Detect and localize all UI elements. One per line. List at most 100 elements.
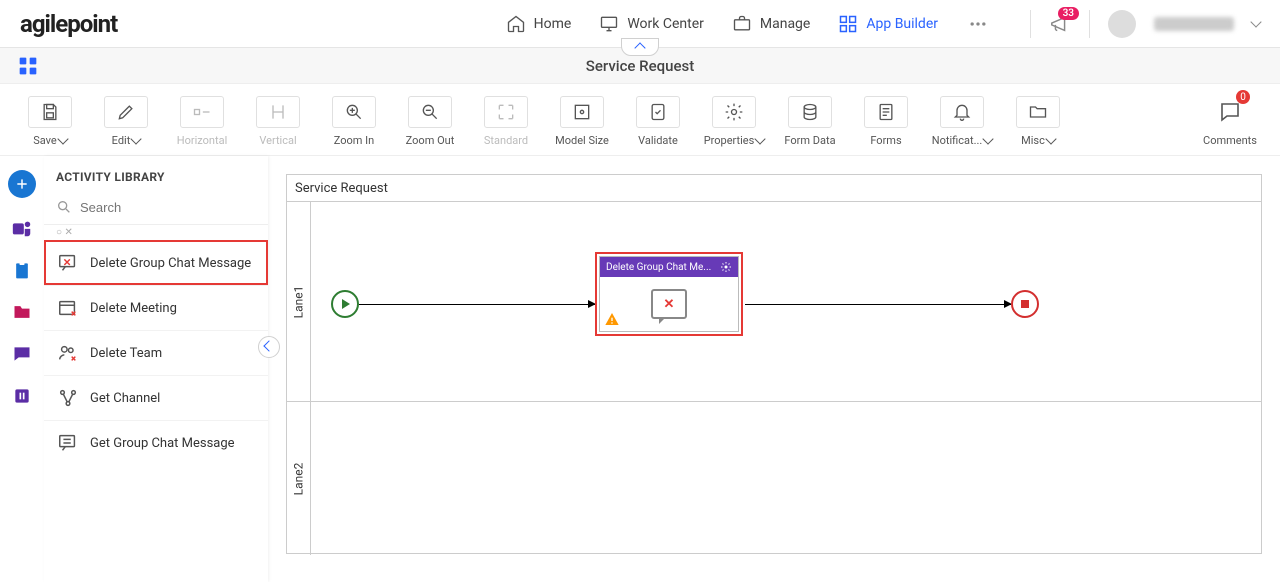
canvas-title: Service Request <box>295 181 388 196</box>
horizontal-button[interactable]: Horizontal <box>166 92 238 151</box>
zoom-in-icon <box>344 102 364 122</box>
nav-manage[interactable]: Manage <box>732 14 810 34</box>
save-button[interactable]: Save <box>14 92 86 151</box>
pause-icon <box>12 386 32 406</box>
play-icon <box>342 299 350 309</box>
fit-standard-icon <box>496 102 516 122</box>
divider <box>1030 10 1031 38</box>
notifications-badge: 33 <box>1058 7 1079 20</box>
chevron-down-icon[interactable] <box>1250 16 1261 27</box>
nav-app-builder[interactable]: App Builder <box>838 14 938 34</box>
edge <box>745 304 1011 305</box>
notifications-button[interactable]: Notificat... <box>926 92 998 151</box>
forms-button[interactable]: Forms <box>850 92 922 151</box>
toolbar: Save Edit Horizontal Vertical Zoom In Zo… <box>0 84 1280 156</box>
nav-work-center-label: Work Center <box>627 16 704 32</box>
validate-button[interactable]: Validate <box>622 92 694 151</box>
zoom-in-button[interactable]: Zoom In <box>318 92 390 151</box>
activity-item-label: Get Channel <box>90 391 160 406</box>
divider <box>1089 10 1090 38</box>
zoom-out-icon <box>420 102 440 122</box>
rail-chat[interactable] <box>10 342 34 366</box>
nav-home-label: Home <box>534 16 572 32</box>
apps-grid-icon[interactable] <box>18 56 38 76</box>
comments-badge: 0 <box>1236 90 1250 104</box>
activity-item-get-group-chat-message[interactable]: Get Group Chat Message <box>44 420 268 465</box>
activity-item-label: Delete Meeting <box>90 301 177 316</box>
lane-1-label: Lane1 <box>292 285 306 318</box>
collapse-toolbar-button[interactable] <box>621 38 659 56</box>
activity-item-delete-meeting[interactable]: Delete Meeting <box>44 285 268 330</box>
avatar[interactable] <box>1108 10 1136 38</box>
nav-work-center[interactable]: Work Center <box>599 14 704 34</box>
people-x-icon <box>57 342 79 364</box>
activity-item-label: Get Group Chat Message <box>90 436 235 451</box>
comment-icon <box>1218 100 1242 124</box>
nav-manage-label: Manage <box>760 16 810 32</box>
channel-icon <box>57 387 79 409</box>
align-horizontal-icon <box>192 102 212 122</box>
add-button[interactable] <box>8 170 36 198</box>
monitor-icon <box>599 14 619 34</box>
activity-node-delete-group-chat[interactable]: Delete Group Chat Me... ✕ <box>595 252 743 336</box>
misc-button[interactable]: Misc <box>1002 92 1074 151</box>
teams-icon <box>11 217 33 239</box>
lane-2-label: Lane2 <box>292 462 306 495</box>
validate-icon <box>648 102 668 122</box>
form-icon <box>876 102 896 122</box>
more-icon <box>966 14 990 34</box>
collapse-library-button[interactable] <box>258 336 280 358</box>
activity-item-get-channel[interactable]: Get Channel <box>44 375 268 420</box>
rail-pause[interactable] <box>10 384 34 408</box>
notifications-button[interactable]: 33 <box>1049 13 1071 35</box>
nav-app-builder-label: App Builder <box>866 16 938 32</box>
warning-icon <box>604 311 620 327</box>
gear-icon[interactable] <box>720 261 732 273</box>
activity-item-delete-group-chat-message[interactable]: Delete Group Chat Message <box>44 240 268 285</box>
bell-icon <box>952 102 972 122</box>
chat-x-icon: ✕ <box>651 289 687 319</box>
search-icon <box>56 198 72 216</box>
library-search[interactable] <box>44 194 268 225</box>
lane-2[interactable]: Lane2 <box>287 401 1261 555</box>
standard-button[interactable]: Standard <box>470 92 542 151</box>
edit-button[interactable]: Edit <box>90 92 162 151</box>
folder-icon <box>12 302 32 322</box>
search-input[interactable] <box>80 200 256 215</box>
activity-item-label: Delete Group Chat Message <box>90 256 251 271</box>
process-canvas[interactable]: Service Request Lane1 Delete Group Chat … <box>286 174 1262 554</box>
zoom-out-button[interactable]: Zoom Out <box>394 92 466 151</box>
brand-logo[interactable]: agilepoint <box>20 10 117 38</box>
form-data-button[interactable]: Form Data <box>774 92 846 151</box>
activity-item-delete-team[interactable]: Delete Team <box>44 330 268 375</box>
gear-icon <box>724 102 744 122</box>
edge <box>359 304 595 305</box>
comments-button[interactable]: 0 Comments <box>1194 92 1266 151</box>
properties-button[interactable]: Properties <box>698 92 770 151</box>
edit-icon <box>116 102 136 122</box>
align-vertical-icon <box>268 102 288 122</box>
rail-folder[interactable] <box>10 300 34 324</box>
save-icon <box>40 102 60 122</box>
username <box>1154 17 1234 31</box>
end-node[interactable] <box>1011 290 1039 318</box>
vertical-button[interactable]: Vertical <box>242 92 314 151</box>
rail-teams[interactable] <box>10 216 34 240</box>
start-node[interactable] <box>331 290 359 318</box>
nav-home[interactable]: Home <box>506 14 572 34</box>
stop-icon <box>1021 300 1029 308</box>
chat-lines-icon <box>57 432 79 454</box>
activity-library-panel: ACTIVITY LIBRARY ○ ✕ Delete Group Chat M… <box>44 156 268 582</box>
lane-1[interactable]: Lane1 Delete Group Chat Me... ✕ <box>287 201 1261 401</box>
database-icon <box>800 102 820 122</box>
list-item-partial: ○ ✕ <box>44 225 268 240</box>
grid-icon <box>838 14 858 34</box>
folder-icon <box>1028 102 1048 122</box>
clipboard-icon <box>12 260 32 280</box>
model-size-button[interactable]: Model Size <box>546 92 618 151</box>
nav-more[interactable] <box>966 14 990 34</box>
chat-icon <box>12 344 32 364</box>
plus-icon <box>15 177 29 191</box>
activity-node-label: Delete Group Chat Me... <box>606 262 711 273</box>
rail-clipboard[interactable] <box>10 258 34 282</box>
